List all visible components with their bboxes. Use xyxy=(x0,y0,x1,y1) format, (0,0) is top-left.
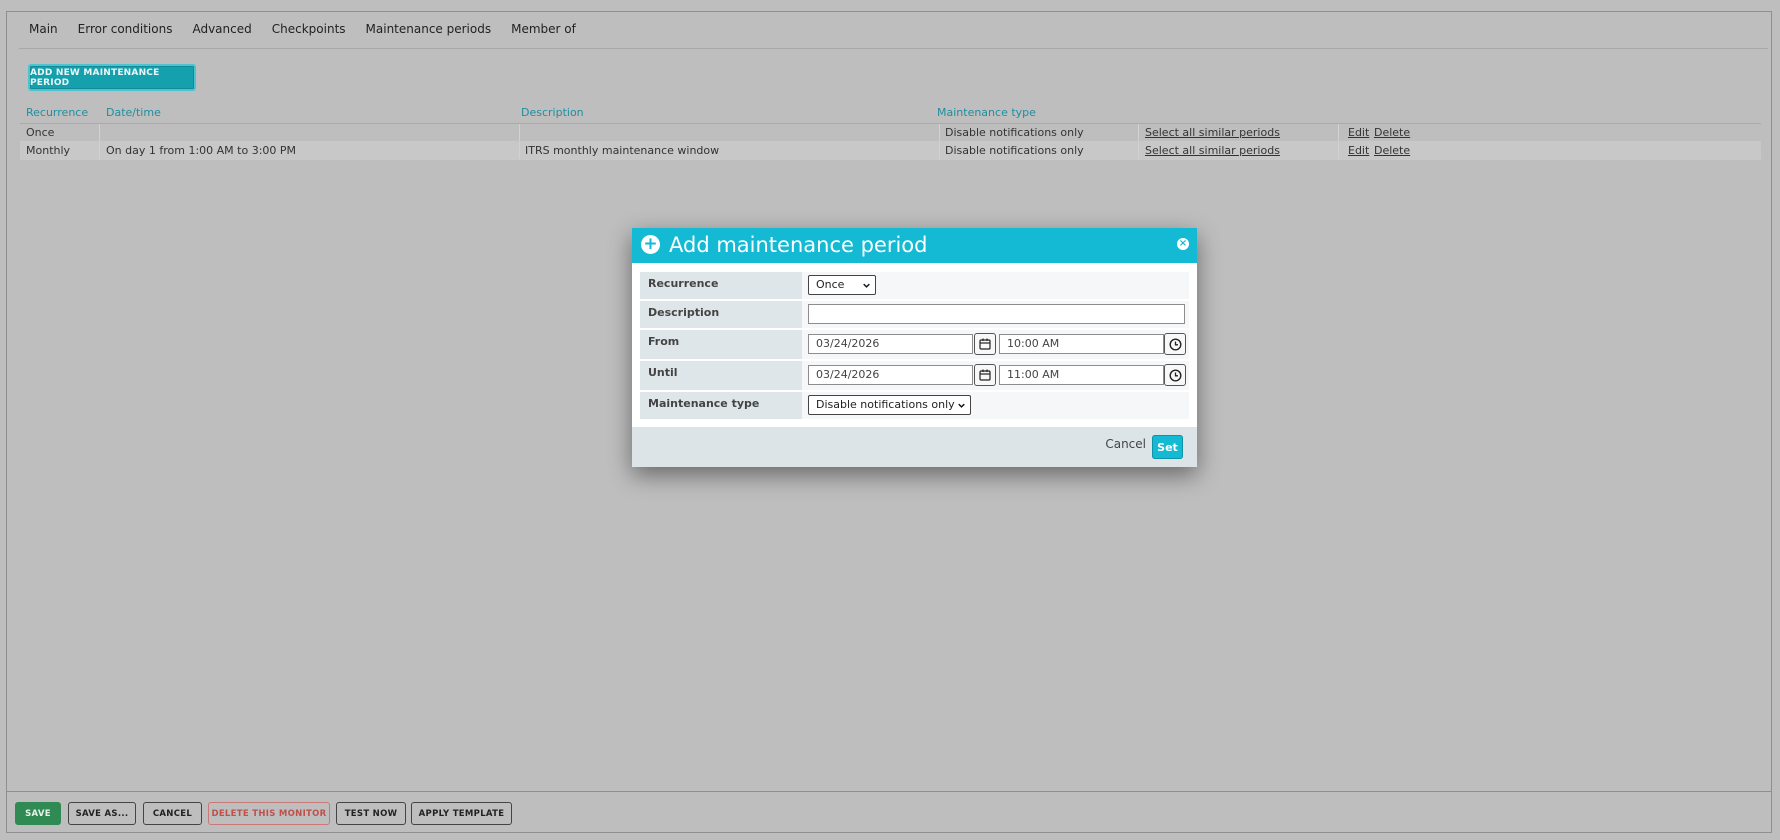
column-header-description[interactable]: Description xyxy=(521,106,584,119)
plus-circle-icon: + xyxy=(641,235,660,254)
tab-bar: Main Error conditions Advanced Checkpoin… xyxy=(19,12,586,49)
tab-checkpoints[interactable]: Checkpoints xyxy=(262,12,356,49)
tab-main[interactable]: Main xyxy=(19,12,68,49)
until-time-picker-button[interactable] xyxy=(1164,364,1186,386)
form-row-description: Description xyxy=(640,301,1189,330)
until-date-picker-button[interactable] xyxy=(974,364,996,386)
add-maintenance-period-button[interactable]: ADD NEW MAINTENANCE PERIOD xyxy=(28,64,196,91)
tab-divider xyxy=(19,48,1768,49)
from-time-picker-button[interactable] xyxy=(1164,333,1186,355)
edit-link[interactable]: Edit xyxy=(1348,126,1369,139)
tab-advanced[interactable]: Advanced xyxy=(182,12,261,49)
column-divider xyxy=(99,142,100,159)
table-row: Once Disable notifications only Select a… xyxy=(20,124,1761,142)
cell-maintenance-type: Disable notifications only xyxy=(945,144,1084,157)
recurrence-selected: Once xyxy=(816,278,845,291)
calendar-icon xyxy=(979,369,991,381)
chevron-down-icon xyxy=(958,403,965,408)
close-icon[interactable]: × xyxy=(1177,238,1189,250)
maintenance-type-select[interactable]: Disable notifications only xyxy=(808,395,971,415)
chevron-down-icon xyxy=(863,283,870,288)
column-divider xyxy=(939,124,940,141)
footer-divider xyxy=(6,791,1772,792)
form-row-until: Until 03/24/2026 11:00 AM xyxy=(640,361,1189,392)
clock-icon xyxy=(1168,337,1182,351)
table-header: Recurrence Date/time Description Mainten… xyxy=(20,103,1761,124)
column-divider xyxy=(1338,124,1339,141)
column-header-recurrence[interactable]: Recurrence xyxy=(26,106,88,119)
from-label: From xyxy=(640,330,802,359)
save-as-button[interactable]: SAVE AS... xyxy=(68,802,136,825)
description-label: Description xyxy=(640,301,802,328)
maintenance-type-selected: Disable notifications only xyxy=(816,398,955,411)
column-divider xyxy=(519,142,520,159)
dialog-header: + Add maintenance period × xyxy=(632,228,1197,263)
column-header-datetime[interactable]: Date/time xyxy=(106,106,161,119)
dialog-footer: Cancel Set xyxy=(632,427,1197,467)
cell-datetime: On day 1 from 1:00 AM to 3:00 PM xyxy=(106,144,297,157)
from-date-picker-button[interactable] xyxy=(974,333,996,355)
delete-link[interactable]: Delete xyxy=(1374,144,1410,157)
dialog-title: Add maintenance period xyxy=(669,233,928,257)
select-similar-periods-link[interactable]: Select all similar periods xyxy=(1145,144,1280,157)
select-similar-periods-link[interactable]: Select all similar periods xyxy=(1145,126,1280,139)
column-divider xyxy=(1338,142,1339,159)
column-divider xyxy=(519,124,520,141)
save-button[interactable]: SAVE xyxy=(15,802,61,825)
column-divider xyxy=(1138,142,1139,159)
column-header-maintenance-type[interactable]: Maintenance type xyxy=(937,106,1036,119)
maintenance-type-label: Maintenance type xyxy=(640,392,802,419)
until-date-input[interactable]: 03/24/2026 xyxy=(808,365,973,385)
description-value-cell xyxy=(802,301,1189,328)
until-time-input[interactable]: 11:00 AM xyxy=(999,365,1164,385)
cell-recurrence: Monthly xyxy=(26,144,71,157)
cell-maintenance-type: Disable notifications only xyxy=(945,126,1084,139)
from-time-input[interactable]: 10:00 AM xyxy=(999,334,1164,354)
add-maintenance-period-dialog: + Add maintenance period × Recurrence On… xyxy=(632,228,1197,467)
calendar-icon xyxy=(979,338,991,350)
column-divider xyxy=(939,142,940,159)
tab-maintenance-periods[interactable]: Maintenance periods xyxy=(355,12,502,49)
column-divider xyxy=(1138,124,1139,141)
tab-error-conditions[interactable]: Error conditions xyxy=(68,12,183,49)
until-value-cell: 03/24/2026 11:00 AM xyxy=(802,361,1189,390)
dialog-cancel-button[interactable]: Cancel xyxy=(1105,437,1146,451)
test-now-button[interactable]: TEST NOW xyxy=(336,802,406,825)
apply-template-button[interactable]: APPLY TEMPLATE xyxy=(411,802,512,825)
form-row-from: From 03/24/2026 10:00 AM xyxy=(640,330,1189,361)
form-row-maintenance-type: Maintenance type Disable notifications o… xyxy=(640,392,1189,419)
set-button[interactable]: Set xyxy=(1152,435,1183,459)
maintenance-type-value-cell: Disable notifications only xyxy=(802,392,1189,419)
cell-description: ITRS monthly maintenance window xyxy=(525,144,720,157)
column-divider xyxy=(99,124,100,141)
recurrence-select[interactable]: Once xyxy=(808,275,876,295)
recurrence-value-cell: Once xyxy=(802,272,1189,299)
until-label: Until xyxy=(640,361,802,390)
delete-link[interactable]: Delete xyxy=(1374,126,1410,139)
cancel-button[interactable]: CANCEL xyxy=(143,802,202,825)
edit-link[interactable]: Edit xyxy=(1348,144,1369,157)
maintenance-periods-table: Recurrence Date/time Description Mainten… xyxy=(20,103,1761,160)
form-row-recurrence: Recurrence Once xyxy=(640,272,1189,301)
description-input[interactable] xyxy=(808,304,1185,324)
delete-monitor-button[interactable]: DELETE THIS MONITOR xyxy=(208,802,330,825)
tab-member-of[interactable]: Member of xyxy=(501,12,586,49)
table-row: Monthly On day 1 from 1:00 AM to 3:00 PM… xyxy=(20,142,1761,160)
recurrence-label: Recurrence xyxy=(640,272,802,299)
from-value-cell: 03/24/2026 10:00 AM xyxy=(802,330,1189,359)
cell-recurrence: Once xyxy=(26,126,55,139)
maintenance-form: Recurrence Once Description From 03/24/2… xyxy=(640,272,1189,419)
clock-icon xyxy=(1168,368,1182,382)
from-date-input[interactable]: 03/24/2026 xyxy=(808,334,973,354)
